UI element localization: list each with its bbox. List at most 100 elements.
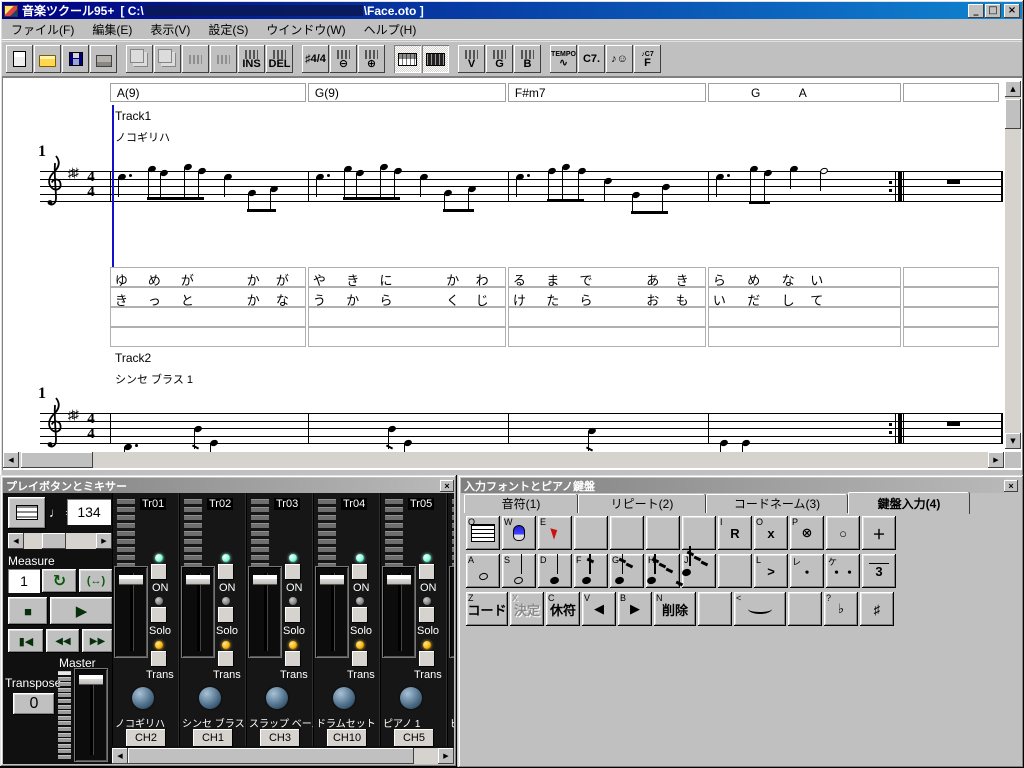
palette-button-V[interactable]: V◀ [582,592,616,626]
on-button[interactable] [285,564,301,580]
score-hscrollbar-thumb[interactable] [21,452,93,468]
gate-view-button[interactable]: G [486,45,513,73]
palette-button-O[interactable]: Ox [754,516,788,550]
tempo-value[interactable]: 134 [67,499,111,525]
go-first-button[interactable]: ▮◀ [8,629,44,653]
mixer-hscrollbar-thumb[interactable] [128,748,414,764]
on-button[interactable] [218,564,234,580]
pan-knob[interactable] [333,687,355,709]
solo-button[interactable] [285,607,301,623]
rewind-button[interactable]: ◀◀ [46,629,80,653]
palette-button-レ[interactable]: レ・ [790,554,824,588]
measure-value[interactable]: 1 [8,569,40,593]
palette-button-P[interactable]: P⊗ [790,516,824,550]
tempo-view-button[interactable]: TEMPO∿ [550,45,577,73]
lyric-cell[interactable] [903,287,999,307]
solo-button[interactable] [352,607,368,623]
velocity-view-button[interactable]: V [458,45,485,73]
palette-button-empty[interactable] [788,592,822,626]
tab-1[interactable]: 音符(1) [464,494,578,513]
mixer-close-icon[interactable]: × [440,480,454,492]
tempo-scrollbar-down-arrow-icon[interactable]: ▶ [96,533,112,549]
piano-roll-window-button[interactable] [394,45,421,73]
palette-button-?[interactable]: ?♭ [824,592,858,626]
title-bar[interactable]: 音楽ツクール95+ [ C:\ \Face.oto ] _ □ × [2,2,1022,19]
channel-fader[interactable] [450,567,454,657]
loop-range-button[interactable]: (↔) [79,569,113,593]
palette-button-A[interactable]: A [466,554,500,588]
lyric-cell[interactable]: うからくじ [308,287,506,307]
palette-button-G[interactable]: G [610,554,644,588]
palette-close-icon[interactable]: × [1004,480,1018,492]
mixer-window-button[interactable] [422,45,449,73]
menu-item-2[interactable]: 表示(V) [141,19,199,40]
lyric-cell[interactable] [308,327,506,347]
chord-box-4[interactable]: GA [708,83,901,102]
lyric-cell[interactable] [903,307,999,327]
palette-button-C[interactable]: C休符 [546,592,580,626]
chord-track-view-button[interactable]: ♪C7F [634,45,661,73]
chord-box-1[interactable]: A(9) [110,83,306,102]
pan-knob[interactable] [266,687,288,709]
trans-button[interactable] [285,651,301,667]
lyric-cell[interactable] [508,327,706,347]
palette-button-empty[interactable] [574,516,608,550]
lyric-cell[interactable] [110,327,306,347]
trans-button[interactable] [352,651,368,667]
palette-button-E[interactable]: E [538,516,572,550]
channel-fader[interactable] [316,567,348,657]
channel-fader-thumb[interactable] [387,575,411,585]
tab-4[interactable]: 鍵盤入力(4) [848,492,970,514]
channel-button[interactable]: CH10 [327,729,367,747]
tempo-scrollbar-up-arrow-icon[interactable]: ◀ [8,533,24,549]
palette-button-empty[interactable] [610,516,644,550]
channel-fader-thumb[interactable] [119,575,143,585]
on-button[interactable] [419,564,435,580]
print-button[interactable] [90,45,117,73]
palette-button-L[interactable]: L> [754,554,788,588]
solo-button[interactable] [218,607,234,623]
measure-delete-button[interactable]: DEL [266,45,293,73]
save-file-button[interactable] [62,45,89,73]
play-button[interactable]: ▶ [50,597,113,625]
palette-button-Z[interactable]: Zコード [466,592,508,626]
lyric-cell[interactable] [110,307,306,327]
palette-button-＋[interactable]: ＋ [862,516,896,550]
menu-item-4[interactable]: ウインドウ(W) [257,19,354,40]
open-file-button[interactable] [34,45,61,73]
pan-knob[interactable] [199,687,221,709]
score-hscrollbar-up-arrow-icon[interactable]: ◀ [3,452,19,468]
palette-button-○[interactable]: ○ [826,516,860,550]
lyric-cell[interactable] [903,327,999,347]
score-vscrollbar-track[interactable] [1005,81,1021,449]
solo-button[interactable] [419,607,435,623]
lyric-cell[interactable] [508,307,706,327]
palette-button-J[interactable]: J [682,554,716,588]
mixer-title-bar[interactable]: プレイボタンとミキサー [3,478,440,493]
chord-view-button[interactable]: C7. [578,45,605,73]
channel-fader[interactable] [182,567,214,657]
stop-button[interactable]: ■ [8,597,48,625]
master-fader[interactable] [75,669,107,761]
palette-button-W[interactable]: W [502,516,536,550]
lyric-cell[interactable]: ゆめがかが [110,267,306,287]
palette-button-3[interactable]: 3 [862,554,896,588]
lyric-cell[interactable] [708,307,901,327]
maximize-button[interactable]: □ [985,4,1001,18]
lyric-cell[interactable]: いだして [708,287,901,307]
score-hscrollbar-track[interactable] [3,452,1004,468]
palette-button-ケ[interactable]: ケ・・ [826,554,860,588]
palette-button-N[interactable]: N削除 [654,592,696,626]
zoom-out-button[interactable]: ⊖ [330,45,357,73]
balance-view-button[interactable]: B [514,45,541,73]
tempo-scrollbar-thumb[interactable] [42,533,66,549]
zoom-in-button[interactable]: ⊕ [358,45,385,73]
channel-button[interactable]: CH5 [394,729,434,747]
new-file-button[interactable] [6,45,33,73]
key-time-signature-button[interactable]: ♯4/4 [302,45,329,73]
lyric-cell[interactable]: るまであき [508,267,706,287]
palette-button-empty[interactable] [682,516,716,550]
score-vscrollbar-down-arrow-icon[interactable]: ▼ [1005,433,1021,449]
menu-item-0[interactable]: ファイル(F) [2,19,83,40]
channel-fader-thumb[interactable] [253,575,277,585]
